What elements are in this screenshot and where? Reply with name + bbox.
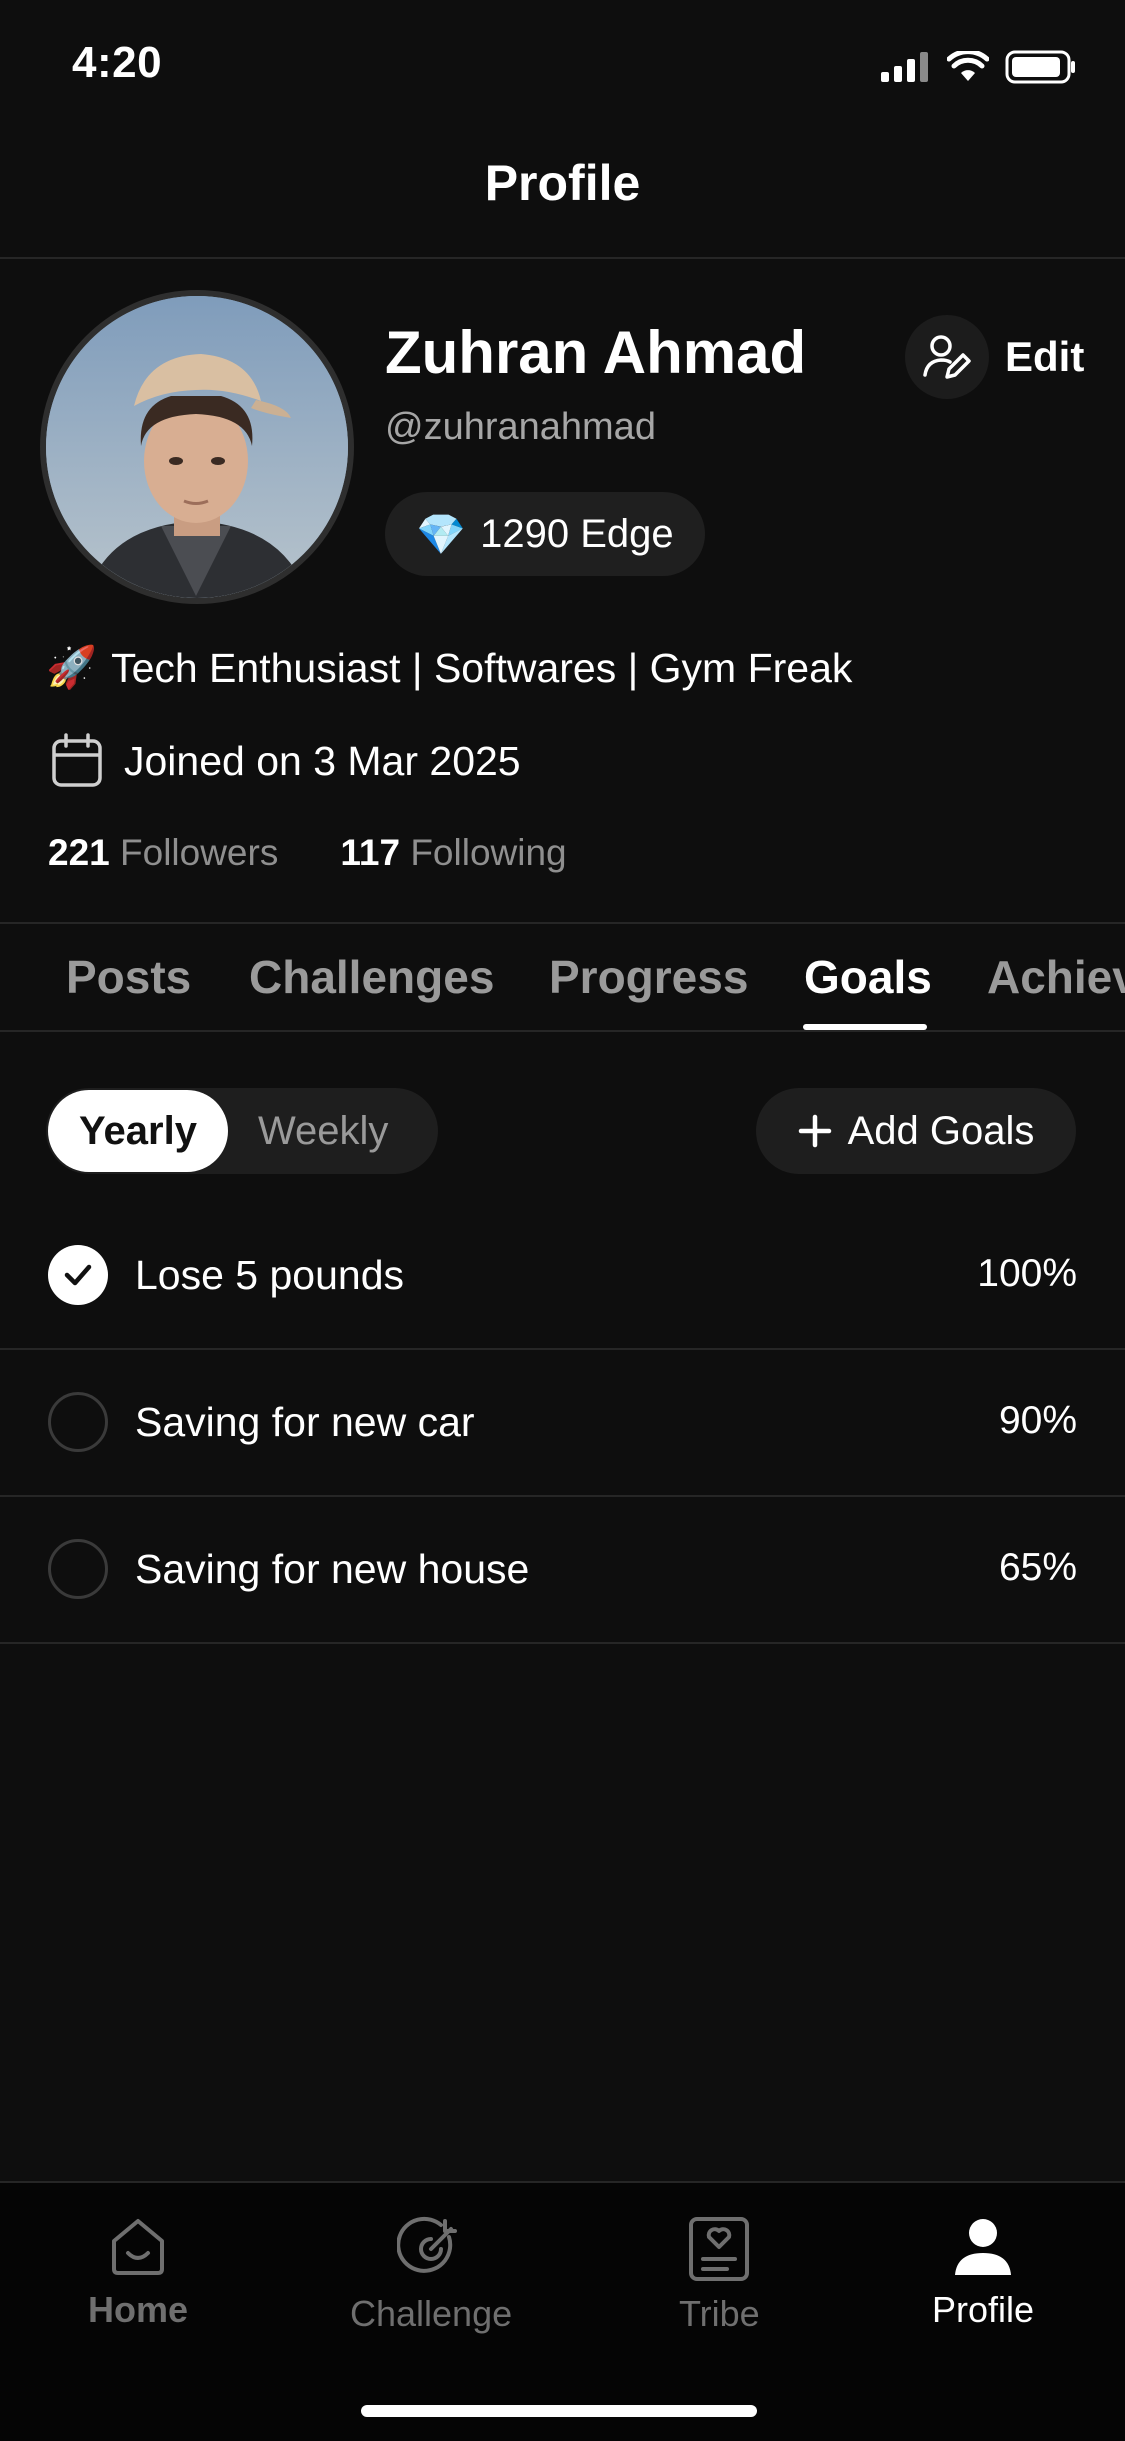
edge-label: 1290 Edge [480,511,674,556]
follow-stats: 221 Followers 117 Following [48,832,567,874]
goal-title: Lose 5 pounds [135,1252,405,1298]
goal-row[interactable]: Lose 5 pounds 100% [0,1202,1125,1350]
avatar[interactable] [40,290,354,604]
goal-row[interactable]: Saving for new car 90% [0,1349,1125,1497]
followers-count: 221 [48,832,110,873]
battery-icon [1005,50,1075,84]
followers-label: Followers [120,832,279,873]
goal-title: Saving for new house [135,1546,530,1592]
joined-date: Joined on 3 Mar 2025 [50,733,521,789]
add-goals-button[interactable]: Add Goals [756,1088,1076,1174]
nav-challenge-label: Challenge [350,2293,513,2334]
followers-stat[interactable]: 221 Followers [48,832,278,874]
home-icon [112,2219,165,2275]
check-icon [64,1264,92,1286]
tab-challenges[interactable]: Challenges [249,950,494,1004]
person-icon [955,2219,1012,2275]
following-stat[interactable]: 117 Following [340,832,566,874]
profile-name: Zuhran Ahmad [385,319,807,386]
edit-user-icon [905,315,989,399]
bio-text: Tech Enthusiast | Softwares | Gym Freak [111,644,853,691]
wifi-icon [947,51,989,81]
status-icons [881,50,1077,84]
following-count: 117 [340,832,401,873]
target-icon [397,2216,458,2273]
nav-profile[interactable]: Profile [932,2215,1034,2331]
profile-handle: @zuhranahmad [385,406,656,448]
avatar-photo [46,296,348,598]
tab-goals[interactable]: Goals [804,950,932,1004]
signal-icon [881,52,928,82]
nav-tribe[interactable]: Tribe [679,2215,760,2335]
edge-badge[interactable]: 💎 1290 Edge [385,492,705,576]
tribe-icon [689,2217,750,2281]
nav-home-label: Home [88,2289,189,2330]
edit-label: Edit [1005,333,1085,380]
page-title: Profile [484,155,641,211]
goal-title: Saving for new car [135,1399,475,1445]
tab-progress[interactable]: Progress [549,950,748,1004]
home-indicator [361,2405,757,2417]
bottom-nav: Home Challenge Tribe Profile [0,2181,1125,2441]
joined-text: Joined on 3 Mar 2025 [124,737,521,784]
yearly-toggle[interactable]: Yearly [48,1090,228,1172]
tab-achievements[interactable]: Achiev [987,950,1125,1004]
goal-checkbox[interactable] [48,1539,108,1599]
header-divider [0,257,1125,259]
status-time: 4:20 [72,38,163,87]
weekly-toggle[interactable]: Weekly [258,1088,388,1174]
nav-profile-label: Profile [932,2289,1035,2330]
edit-profile-button[interactable]: Edit [905,315,1084,399]
profile-tabs: Posts Challenges Progress Goals Achiev [0,922,1125,1032]
goal-checkbox-checked[interactable] [48,1245,108,1305]
profile-bio: 🚀 Tech Enthusiast | Softwares | Gym Frea… [46,644,852,692]
following-label: Following [410,832,567,873]
nav-home[interactable]: Home [88,2215,188,2331]
goal-percent: 65% [998,1546,1077,1589]
tab-posts[interactable]: Posts [66,950,191,1004]
rocket-icon: 🚀 [46,644,98,690]
goal-row[interactable]: Saving for new house 65% [0,1496,1125,1644]
plus-icon [798,1114,831,1148]
goal-percent: 90% [998,1399,1077,1442]
goal-percent: 100% [977,1252,1077,1295]
period-toggle: Yearly Weekly [46,1088,438,1174]
goal-checkbox[interactable] [48,1392,108,1452]
diamond-icon: 💎 [416,512,467,557]
active-tab-indicator [803,1024,927,1030]
add-goals-label: Add Goals [847,1108,1035,1153]
nav-challenge[interactable]: Challenge [350,2215,512,2335]
nav-tribe-label: Tribe [679,2293,760,2334]
calendar-icon [52,733,102,787]
